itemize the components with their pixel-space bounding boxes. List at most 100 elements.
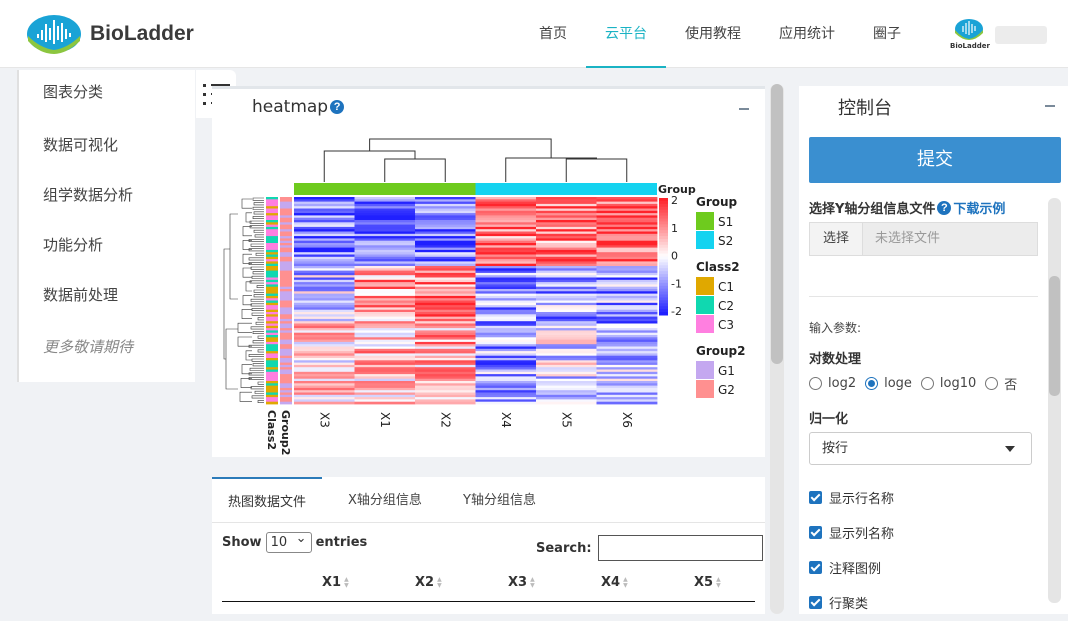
colorbar-segment (659, 244, 668, 249)
heatmap-cell (294, 222, 355, 225)
checkbox-annotation-legend[interactable]: 注释图例 (809, 558, 881, 577)
heatmap-cell (354, 240, 416, 244)
column-header-x3[interactable]: X3 ▲ ▼ (508, 575, 535, 590)
username-blurred[interactable] (995, 26, 1047, 44)
tab-x-axis-group[interactable]: X轴分组信息 (332, 477, 438, 523)
radio-none[interactable]: 否 (985, 374, 1017, 393)
heatmap-cell (536, 236, 597, 239)
heatmap-cell (294, 309, 355, 313)
heatmap-cell (596, 390, 658, 393)
nav-home[interactable]: 首页 (520, 0, 586, 68)
class2-annotation-cell (266, 213, 278, 216)
group-annotation-s1 (294, 183, 476, 195)
colorbar-segment (659, 209, 668, 214)
heatmap-cell (536, 376, 597, 380)
radio-log10[interactable]: log10 (920, 376, 976, 391)
tab-y-axis-group[interactable]: Y轴分组信息 (447, 477, 552, 523)
file-choose-button[interactable]: 选择 (810, 223, 863, 255)
sidebar-item-data-preprocessing[interactable]: 数据前处理 (43, 284, 118, 305)
legend-item-label: C1 (718, 280, 734, 294)
heatmap-cell (536, 378, 597, 382)
heatmap-cell (536, 337, 597, 340)
brand-logo[interactable]: BioLadder (26, 14, 194, 54)
checkbox-show-col-names[interactable]: 显示列名称 (809, 523, 894, 542)
heatmap-cell (354, 318, 416, 322)
center-scrollbar[interactable] (770, 84, 784, 614)
class2-annotation-cell (266, 298, 278, 301)
heatmap-cell (536, 275, 597, 278)
console-scrollbar-thumb[interactable] (1049, 276, 1060, 396)
heatmap-cell (596, 272, 658, 276)
download-example-link[interactable]: 下载示例 (953, 198, 1005, 217)
checkbox-show-row-names[interactable]: 显示行名称 (809, 488, 894, 507)
heatmap-cell (415, 341, 476, 345)
group2-annotation-cell (280, 371, 292, 375)
heatmap-cell (536, 362, 597, 366)
column-header-x2[interactable]: X2 ▲ ▼ (415, 575, 442, 590)
sidebar-item-chart-category[interactable]: 图表分类 (43, 81, 103, 102)
sidebar-item-data-visualization[interactable]: 数据可视化 (43, 134, 118, 155)
group2-annotation-cell (280, 295, 292, 299)
heatmap-cell (294, 351, 355, 354)
heatmap-cell (536, 277, 597, 281)
heatmap-cell (596, 314, 658, 317)
heatmap-cell (475, 233, 537, 237)
group2-annotation-cell (280, 240, 292, 244)
heatmap-cell (415, 272, 476, 276)
class2-annotation-cell (266, 236, 278, 239)
heatmap-cell (536, 344, 597, 347)
heatmap-cell (294, 263, 355, 267)
heatmap-cell (475, 358, 537, 361)
radio-log2[interactable]: log2 (809, 376, 856, 391)
normalize-select[interactable]: 按行 (809, 432, 1032, 465)
console-scrollbar[interactable] (1048, 198, 1061, 603)
column-header-x5[interactable]: X5 ▲ ▼ (694, 575, 721, 590)
colorbar-segment (659, 265, 668, 269)
sidebar-item-function-analysis[interactable]: 功能分析 (43, 234, 103, 255)
column-header-x4[interactable]: X4 ▲ ▼ (601, 575, 628, 590)
user-avatar[interactable]: BioLadder (950, 18, 990, 50)
heatmap-cell (596, 323, 658, 327)
help-icon[interactable]: ? (937, 200, 952, 215)
nav-statistics[interactable]: 应用统计 (760, 0, 854, 68)
heatmap-cell (475, 249, 537, 253)
entries-select[interactable]: 10 (265, 529, 312, 553)
heatmap-cell (536, 330, 597, 334)
heatmap-cell (475, 328, 537, 331)
heatmap-cell (415, 275, 476, 278)
search-input[interactable] (597, 535, 763, 561)
checkbox-row-cluster[interactable]: 行聚类 (809, 593, 868, 612)
heatmap-cell (475, 215, 537, 219)
radio-loge[interactable]: loge (865, 376, 912, 391)
file-input[interactable]: 选择 未选择文件 (809, 222, 1038, 256)
class2-annotation-cell (266, 203, 278, 207)
class2-annotation-cell (266, 374, 278, 377)
heatmap-cell (354, 208, 416, 212)
heatmap-cell (415, 307, 476, 311)
heatmap-cell (475, 335, 537, 338)
checkbox-checked-icon (809, 561, 822, 574)
heatmap-cell (536, 321, 597, 324)
heatmap-cell (415, 316, 476, 320)
class2-annotation-cell (266, 381, 278, 384)
heatmap-cell (415, 197, 476, 200)
nav-community[interactable]: 圈子 (854, 0, 920, 68)
submit-button[interactable]: 提交 (809, 137, 1061, 183)
colorbar-segment (659, 238, 668, 243)
heatmap-cell (354, 335, 416, 338)
tab-heatmap-data-file[interactable]: 热图数据文件 (212, 477, 323, 523)
sidebar-item-omics-analysis[interactable]: 组学数据分析 (43, 184, 133, 205)
heatmap-cell (596, 243, 658, 246)
colorbar-segment (659, 218, 668, 222)
center-scrollbar-thumb[interactable] (771, 84, 783, 364)
heatmap-cell (415, 339, 476, 343)
heatmap-cell (596, 229, 658, 232)
colorbar-segment (659, 282, 668, 287)
group2-annotation-cell (280, 226, 292, 230)
row-annotation-label: Group2 (279, 410, 292, 455)
nav-cloud-platform[interactable]: 云平台 (586, 0, 666, 68)
nav-tutorial[interactable]: 使用教程 (666, 0, 760, 68)
column-header-x1[interactable]: X1 ▲ ▼ (322, 575, 349, 590)
heatmap-cell (475, 289, 537, 292)
collapse-icon[interactable] (1045, 105, 1055, 107)
